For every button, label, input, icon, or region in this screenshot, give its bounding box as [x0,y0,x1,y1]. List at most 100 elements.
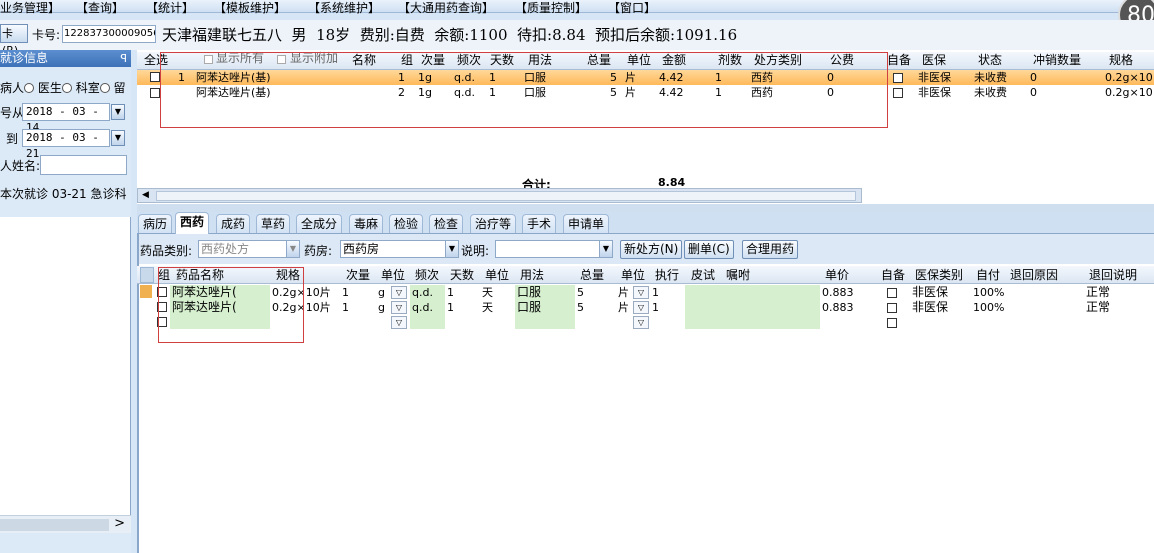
freq[interactable]: q.d. [412,301,433,315]
row-checkbox[interactable] [150,72,160,82]
note-select[interactable]: ▼ [495,240,613,258]
menu-item-window[interactable]: 【窗口】 [608,0,656,16]
date-to-input[interactable]: 2018 - 03 - 21 [22,129,110,160]
visit-hscrollbar[interactable]: > [0,515,131,533]
col-price[interactable]: 单价 [825,267,849,284]
tab-herbal[interactable]: 草药 [256,214,291,233]
self-checkbox[interactable] [893,73,903,83]
chevron-down-icon[interactable]: ▼ [599,241,612,257]
chevron-down-icon: ▼ [114,107,122,116]
freq[interactable]: q.d. [412,286,433,300]
chevron-down-icon[interactable]: ▽ [391,301,407,314]
col-spec[interactable]: 规格 [1109,52,1133,69]
chevron-down-icon[interactable]: ▽ [633,301,649,314]
self-checkbox[interactable] [893,88,903,98]
date-to-dropdown[interactable]: ▼ [111,130,125,146]
col-insurance[interactable]: 医保 [922,52,946,69]
col-total-unit[interactable]: 单位 [621,267,645,284]
dose-unit[interactable]: g [378,301,385,315]
col-status[interactable]: 状态 [978,52,1002,69]
radio-patient[interactable] [24,83,35,93]
pharmacy-select[interactable]: 西药房 ▼ [340,240,459,258]
row-checkbox[interactable] [150,88,160,98]
col-self[interactable]: 自备 [881,267,905,284]
name-input[interactable] [40,155,127,175]
total-unit[interactable]: 片 [618,286,629,300]
tab-narcotic[interactable]: 毒麻 [349,214,384,233]
chevron-left-icon[interactable]: ◀ [142,189,149,202]
dose[interactable]: 1 [342,286,349,300]
menu-item-quality[interactable]: 【质量控制】 [515,0,587,16]
date-from-input[interactable]: 2018 - 03 - 14 [22,103,110,134]
total-unit[interactable]: 片 [618,301,629,315]
grid-hscrollbar[interactable]: ◀ [137,188,862,203]
tab-exam[interactable]: 检查 [429,214,464,233]
total[interactable]: 5 [577,286,584,300]
exec[interactable]: 1 [652,301,659,315]
col-instruction[interactable]: 嘱咐 [726,267,750,284]
col-exec[interactable]: 执行 [655,267,679,284]
delete-prescription-button[interactable]: 删单(C) [684,240,734,259]
radio-dept[interactable] [99,83,110,93]
chevron-down-icon[interactable]: ▽ [633,316,649,329]
tab-application[interactable]: 申请单 [563,214,610,233]
dose-unit[interactable]: g [378,286,385,300]
self-checkbox[interactable] [887,288,897,298]
col-dose-unit[interactable]: 单位 [381,267,405,284]
card-read-button[interactable]: 卡(R) [0,24,28,57]
splitter[interactable] [137,204,1154,212]
col-day-unit[interactable]: 单位 [485,267,509,284]
chevron-down-icon[interactable]: ▽ [391,286,407,299]
total[interactable]: 5 [577,301,584,315]
tab-treatment[interactable]: 治疗等 [470,214,517,233]
tab-patent[interactable]: 成药 [216,214,251,233]
new-prescription-button[interactable]: 新处方(N) [620,240,683,259]
menu-item-business[interactable]: 业务管理】 [0,0,60,16]
date-from-dropdown[interactable]: ▼ [111,104,125,120]
usage[interactable]: 口服 [517,300,541,314]
col-self-pay[interactable]: 自付 [976,267,1000,284]
category-select[interactable]: 西药处方 ▼ [198,240,300,258]
col-insurance-type[interactable]: 医保类别 [915,267,963,284]
col-skin-test[interactable]: 皮试 [691,267,715,284]
menu-item-drug-query[interactable]: 【大通用药查询】 [398,0,494,16]
chevron-down-icon[interactable]: ▽ [633,286,649,299]
card-number-input[interactable]: 122837300009056( [62,25,156,43]
menu-item-query[interactable]: 【查询】 [76,0,124,16]
tab-western[interactable]: 西药 [175,212,210,234]
self-checkbox[interactable] [887,303,897,313]
radio-doctor[interactable] [61,83,72,93]
scroll-thumb[interactable] [156,191,856,201]
menu-item-stats[interactable]: 【统计】 [146,0,194,16]
tab-lab[interactable]: 检验 [389,214,424,233]
col-usage[interactable]: 用法 [520,267,544,284]
col-return-note[interactable]: 退回说明 [1089,267,1137,284]
col-offset[interactable]: 冲销数量 [1033,52,1081,69]
chevron-down-icon[interactable]: ▼ [445,241,458,257]
col-self[interactable]: 自备 [887,52,911,69]
days[interactable]: 1 [447,286,454,300]
rational-drug-button[interactable]: 合理用药 [742,240,799,259]
menu-item-system[interactable]: 【系统维护】 [308,0,380,16]
chevron-down-icon[interactable]: ▼ [286,241,299,257]
col-return-reason[interactable]: 退回原因 [1010,267,1058,284]
col-total[interactable]: 总量 [580,267,604,284]
self-checkbox[interactable] [887,318,897,328]
menu-item-template[interactable]: 【模板维护】 [214,0,286,16]
usage[interactable]: 口服 [517,285,541,299]
days[interactable]: 1 [447,301,454,315]
dose[interactable]: 1 [342,301,349,315]
exec[interactable]: 1 [652,286,659,300]
scroll-thumb[interactable] [0,519,109,531]
col-dose[interactable]: 次量 [346,267,370,284]
price: 0.883 [822,301,854,314]
pin-icon[interactable]: ꟼ [120,50,127,67]
tab-ingredients[interactable]: 全成分 [296,214,343,233]
visit-list-item[interactable]: 本次就诊 03-21 急诊科 [0,185,127,202]
chevron-right-icon[interactable]: > [114,516,125,531]
tab-record[interactable]: 病历 [138,214,173,233]
tab-surgery[interactable]: 手术 [522,214,557,233]
col-freq[interactable]: 频次 [415,267,439,284]
chevron-down-icon[interactable]: ▽ [391,316,407,329]
col-days[interactable]: 天数 [450,267,474,284]
